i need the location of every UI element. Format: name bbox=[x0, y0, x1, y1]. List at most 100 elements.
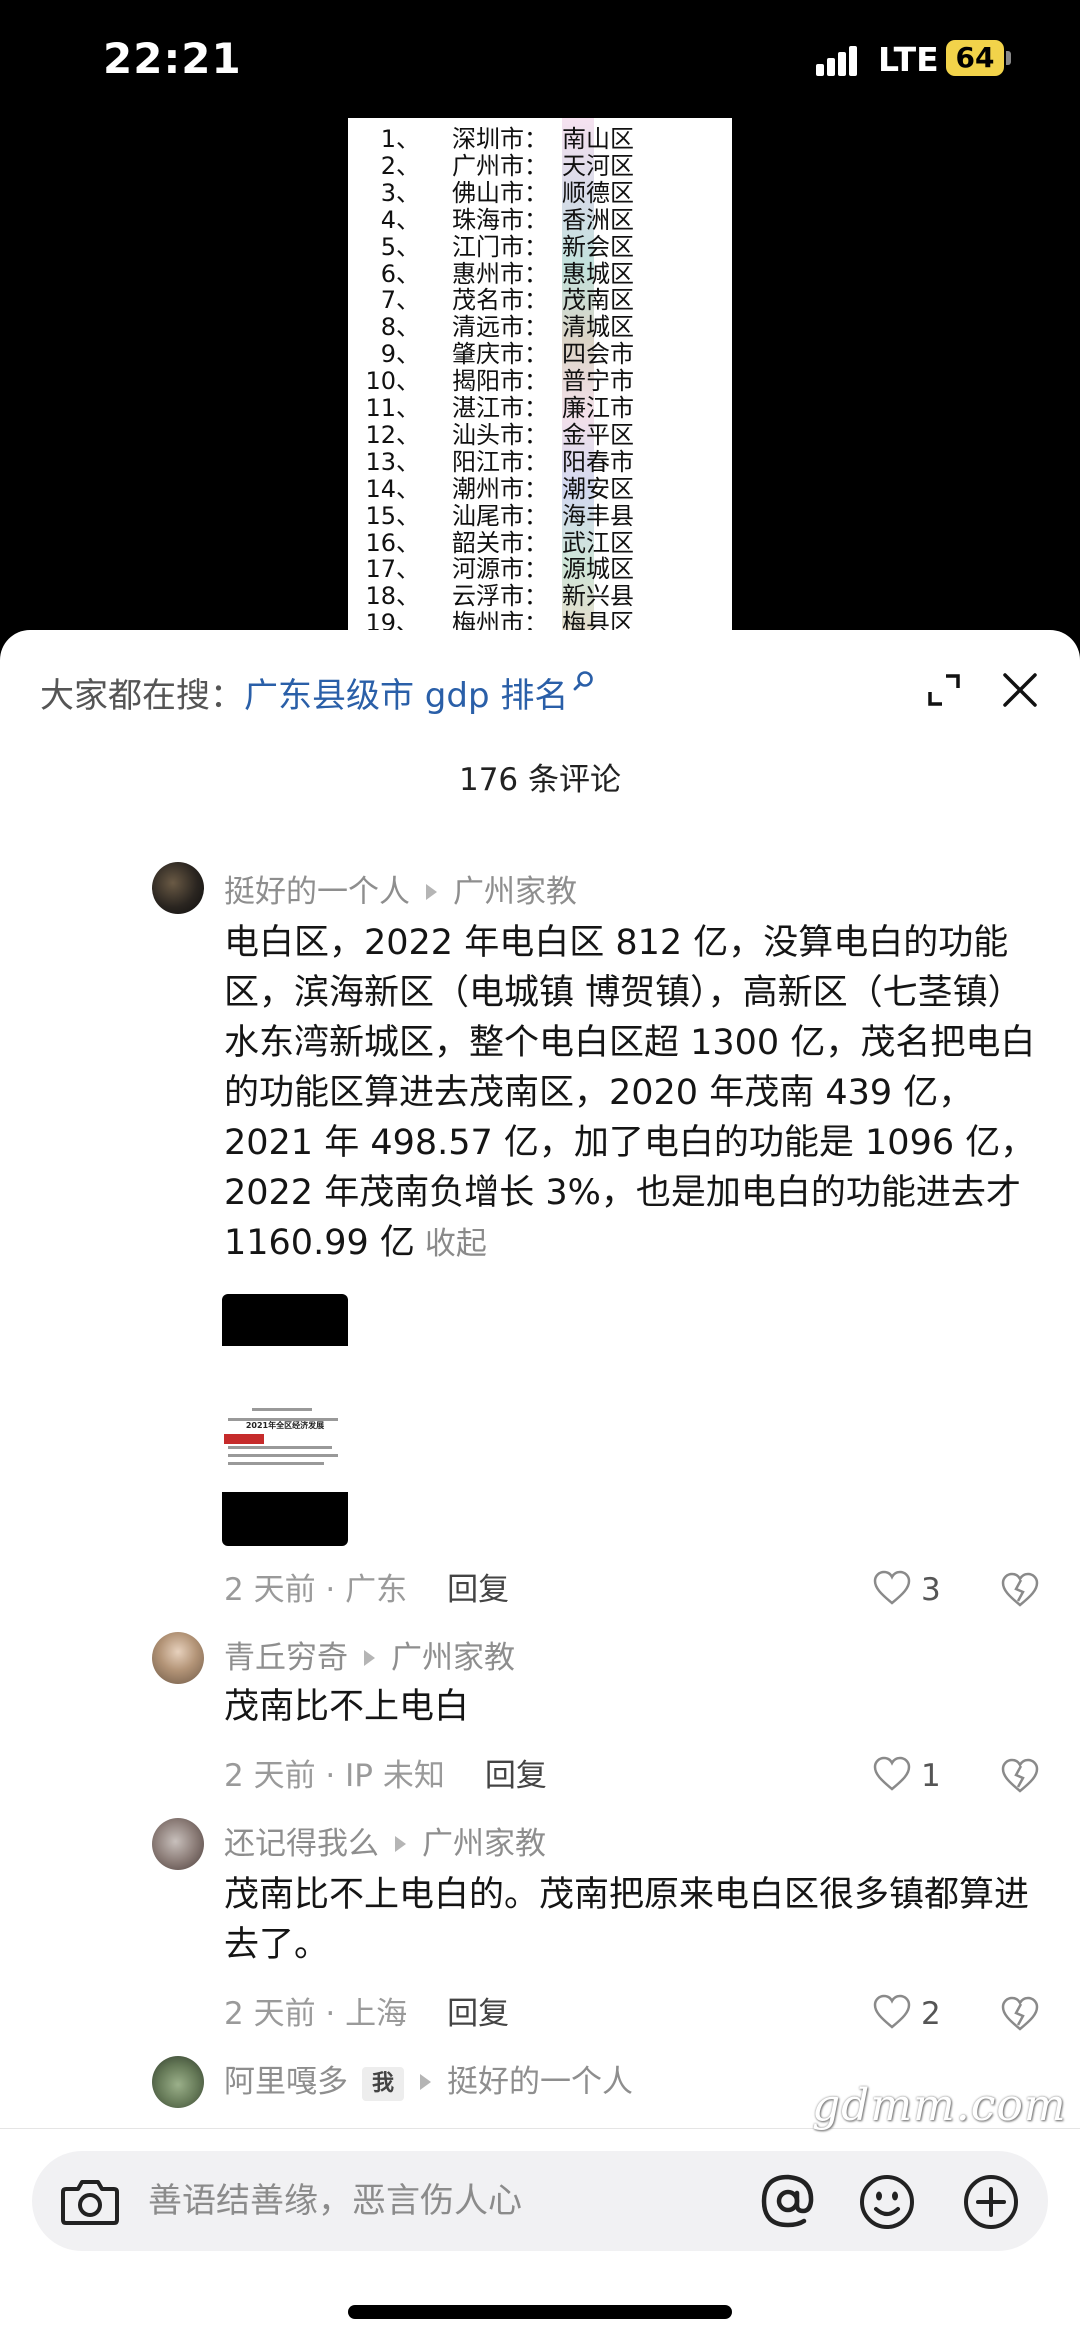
like-button[interactable]: 2 bbox=[873, 1992, 973, 2036]
ranking-row: 17、 河源市： 源城区 bbox=[348, 556, 732, 583]
avatar[interactable] bbox=[152, 862, 204, 914]
district-name: 金平区 bbox=[562, 420, 634, 449]
search-icon bbox=[573, 671, 594, 691]
comment-time-location: 2 天前 · IP 未知 bbox=[224, 1758, 445, 1794]
status-time: 22:21 bbox=[103, 34, 242, 83]
signal-icon bbox=[816, 46, 860, 76]
city-name: 河源市： bbox=[452, 555, 548, 584]
rank-number: 7、 bbox=[380, 286, 420, 315]
reply-to-username[interactable]: 广州家教 bbox=[391, 1640, 515, 1676]
ranking-row: 11、 湛江市： 廉江市 bbox=[348, 395, 732, 422]
ranking-row: 6、 惠州市： 惠城区 bbox=[348, 259, 732, 288]
comment-username[interactable]: 阿里嘎多 bbox=[224, 2064, 348, 2100]
comment-input[interactable]: 善语结善缘，恶言伤人心 bbox=[32, 2151, 1048, 2251]
ranking-row: 13、 阳江市： 阳春市 bbox=[348, 448, 732, 476]
search-query-link[interactable]: 广东县级市 gdp 排名 bbox=[244, 676, 568, 716]
district-name: 源城区 bbox=[562, 555, 634, 584]
ranking-row: 16、 韶关市： 武江区 bbox=[348, 528, 732, 557]
avatar[interactable] bbox=[152, 1632, 204, 1684]
comment-username[interactable]: 青丘穷奇 bbox=[224, 1640, 348, 1676]
dislike-icon[interactable] bbox=[1001, 1756, 1039, 1796]
city-name: 肇庆市： bbox=[452, 340, 548, 369]
post-image[interactable]: 1、 深圳市： 南山区 2、 广州市： 天河区 3、 佛山市： 顺德区 4、 珠海市： 香洲区 5、 江门… bbox=[348, 118, 732, 638]
ranking-row: 2、 广州市： 天河区 bbox=[348, 151, 732, 180]
dislike-icon[interactable] bbox=[1001, 1570, 1039, 1610]
like-count: 2 bbox=[921, 1996, 941, 2032]
home-indicator[interactable] bbox=[348, 2305, 732, 2319]
rank-number: 11、 bbox=[365, 394, 420, 422]
collapse-link[interactable]: 收起 bbox=[425, 1226, 487, 1262]
close-icon[interactable] bbox=[990, 660, 1050, 720]
ranking-row: 8、 清远市： 清城区 bbox=[348, 314, 732, 341]
ranking-row: 15、 汕尾市： 海丰县 bbox=[348, 501, 732, 530]
reply-arrow-icon bbox=[395, 1836, 406, 1852]
ranking-row: 9、 肇庆市： 四会市 bbox=[348, 341, 732, 368]
city-name: 惠州市： bbox=[452, 259, 548, 288]
comment-meta: 2 天前 · 广东 回复 bbox=[224, 1570, 509, 1610]
rank-number: 10、 bbox=[365, 367, 420, 396]
like-count: 3 bbox=[921, 1572, 941, 1608]
district-name: 天河区 bbox=[562, 151, 634, 180]
city-name: 潮州市： bbox=[452, 474, 548, 503]
district-name: 惠城区 bbox=[562, 259, 634, 288]
district-name: 廉江市 bbox=[562, 394, 634, 422]
dislike-icon[interactable] bbox=[1001, 1994, 1039, 2034]
rank-number: 12、 bbox=[365, 420, 420, 449]
battery-icon: 64 bbox=[946, 40, 1004, 76]
ranking-row: 1、 深圳市： 南山区 bbox=[348, 126, 732, 153]
avatar[interactable] bbox=[152, 1818, 204, 1870]
comment-meta: 2 天前 · IP 未知 回复 bbox=[224, 1756, 547, 1796]
district-name: 茂南区 bbox=[562, 286, 634, 315]
rank-number: 9、 bbox=[380, 340, 420, 369]
network-type: LTE bbox=[878, 40, 939, 79]
comment-input-bar: 善语结善缘，恶言伤人心 bbox=[0, 2128, 1080, 2337]
emoji-icon[interactable] bbox=[858, 2173, 916, 2231]
city-name: 广州市： bbox=[452, 151, 548, 180]
rank-number: 2、 bbox=[380, 151, 420, 180]
reply-button[interactable]: 回复 bbox=[447, 1572, 509, 1608]
ranking-row: 5、 江门市： 新会区 bbox=[348, 232, 732, 261]
camera-icon[interactable] bbox=[60, 2175, 120, 2227]
city-name: 湛江市： bbox=[452, 394, 548, 422]
reply-to-username[interactable]: 挺好的一个人 bbox=[447, 2064, 633, 2100]
search-suggestion[interactable]: 大家都在搜：广东县级市 gdp 排名 bbox=[40, 666, 596, 726]
rank-number: 14、 bbox=[365, 474, 420, 503]
district-name: 新兴县 bbox=[562, 582, 634, 611]
comment-header: 青丘穷奇 广州家教 bbox=[224, 1638, 515, 1678]
expand-icon[interactable] bbox=[916, 662, 972, 718]
city-name: 云浮市： bbox=[452, 582, 548, 611]
rank-number: 16、 bbox=[365, 528, 420, 557]
thumbnail-page: 2021年全区经济发展 bbox=[222, 1346, 348, 1492]
like-button[interactable]: 1 bbox=[873, 1754, 973, 1798]
rank-number: 1、 bbox=[380, 125, 420, 153]
comment-image-thumbnail[interactable]: 2021年全区经济发展 bbox=[222, 1294, 348, 1546]
rank-number: 3、 bbox=[380, 178, 420, 207]
comment-text[interactable]: 电白区，2022 年电白区 812 亿，没算电白的功能区，滨海新区（电城镇 博贺… bbox=[224, 918, 1040, 1269]
like-count: 1 bbox=[921, 1758, 941, 1794]
rank-number: 17、 bbox=[365, 555, 420, 584]
city-name: 江门市： bbox=[452, 232, 548, 261]
reply-button[interactable]: 回复 bbox=[447, 1996, 509, 2032]
thumbnail-line bbox=[252, 1408, 312, 1411]
like-button[interactable]: 3 bbox=[873, 1568, 973, 1612]
comment-meta: 2 天前 · 上海 回复 bbox=[224, 1994, 509, 2034]
comment-text[interactable]: 茂南比不上电白的。茂南把原来电白区很多镇都算进去了。 bbox=[224, 1870, 1040, 1970]
city-name: 深圳市： bbox=[452, 125, 548, 153]
reply-to-username[interactable]: 广州家教 bbox=[422, 1826, 546, 1862]
comment-username[interactable]: 还记得我么 bbox=[224, 1826, 379, 1862]
reply-button[interactable]: 回复 bbox=[485, 1758, 547, 1794]
reply-arrow-icon bbox=[420, 2074, 432, 2090]
city-name: 揭阳市： bbox=[452, 367, 548, 396]
city-name: 珠海市： bbox=[452, 205, 548, 234]
mention-icon[interactable] bbox=[758, 2171, 818, 2231]
plus-icon[interactable] bbox=[962, 2173, 1020, 2231]
avatar[interactable] bbox=[152, 2056, 204, 2108]
thumbnail-line bbox=[228, 1454, 338, 1457]
rank-number: 15、 bbox=[365, 501, 420, 530]
thumbnail-line bbox=[228, 1446, 332, 1449]
comment-username[interactable]: 挺好的一个人 bbox=[224, 874, 410, 910]
reply-to-username[interactable]: 广州家教 bbox=[453, 874, 577, 910]
ranking-row: 18、 云浮市： 新兴县 bbox=[348, 583, 732, 610]
comment-text[interactable]: 茂南比不上电白 bbox=[224, 1682, 1040, 1732]
district-name: 顺德区 bbox=[562, 178, 634, 207]
